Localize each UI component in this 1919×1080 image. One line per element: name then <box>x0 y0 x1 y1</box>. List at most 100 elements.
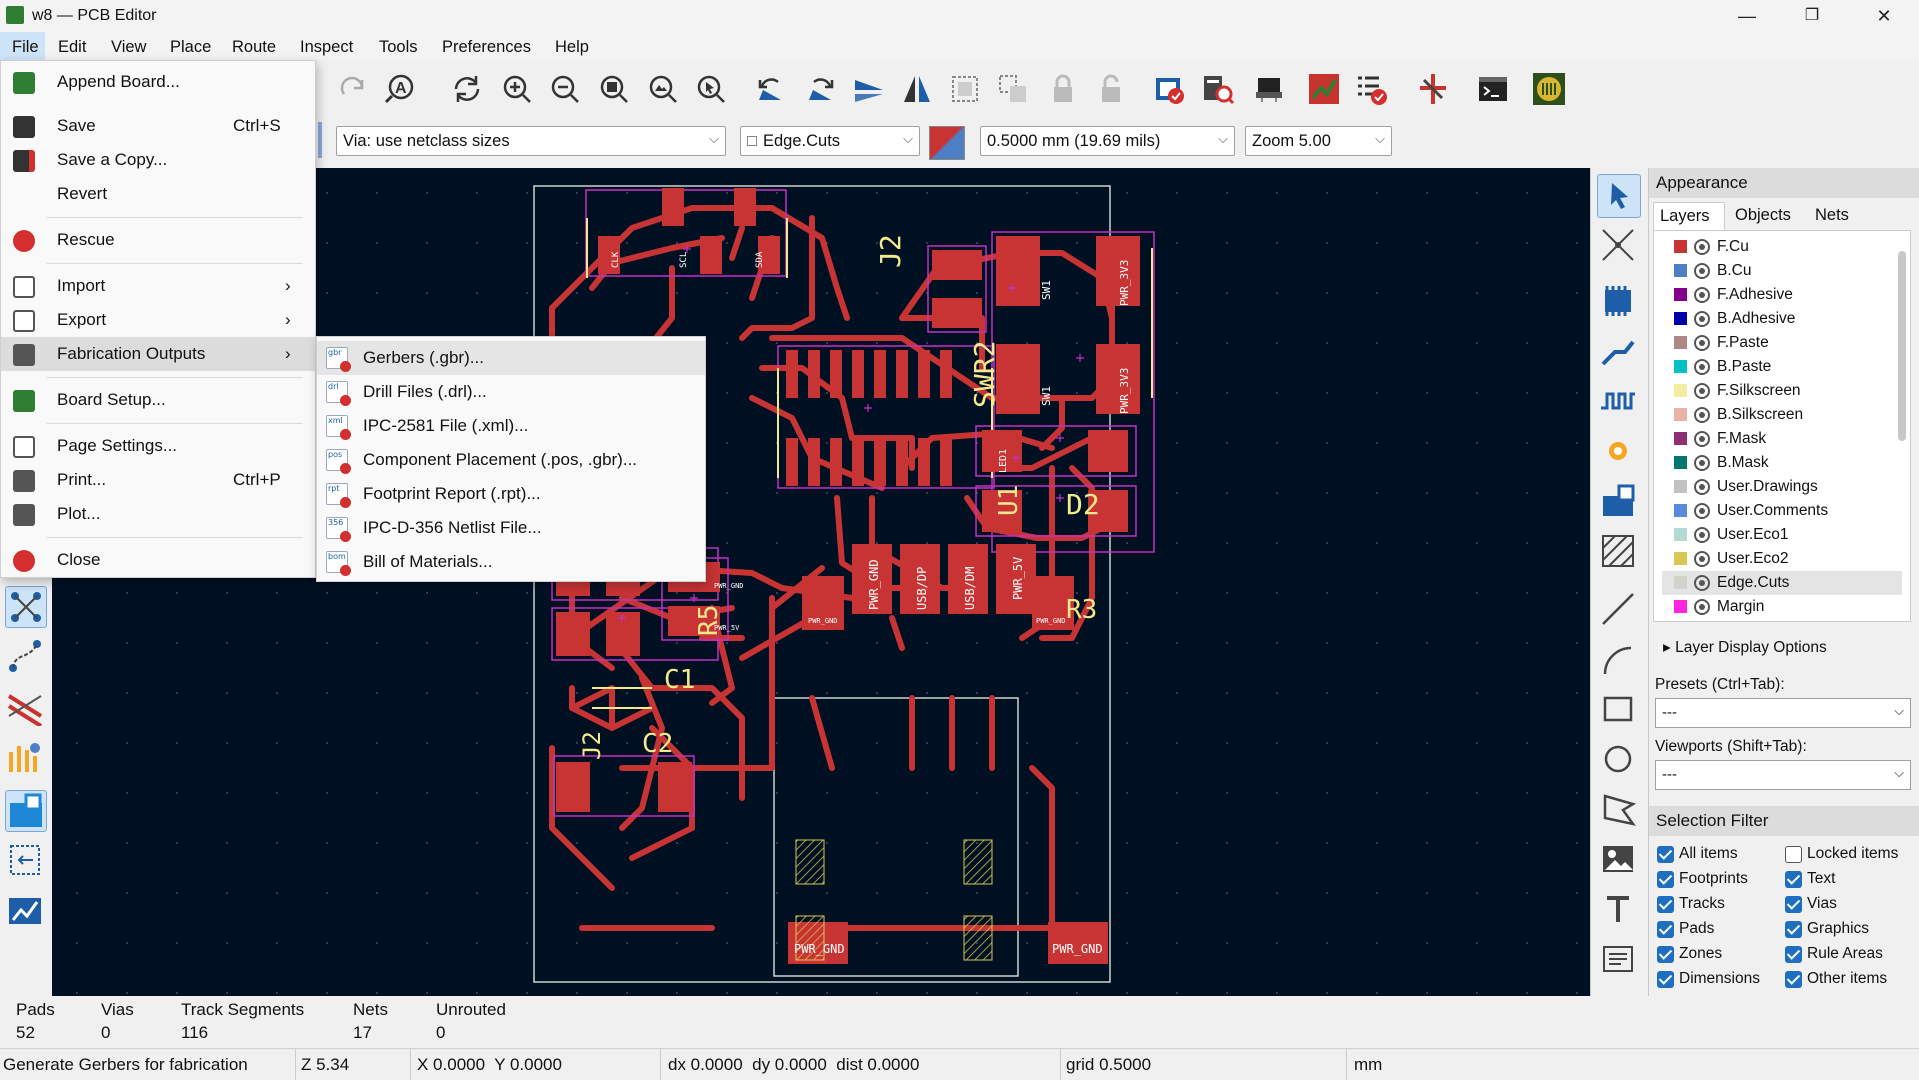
eye-icon[interactable] <box>1694 431 1710 447</box>
draw-rectangle-icon[interactable] <box>1597 688 1641 732</box>
add-via-icon[interactable] <box>1597 430 1641 474</box>
layer-select[interactable]: Edge.Cuts ⌵ <box>740 126 920 156</box>
filter-checkbox[interactable]: Locked items <box>1785 844 1911 866</box>
layer-row[interactable]: User.Comments <box>1662 499 1902 523</box>
fab-menu-item[interactable]: 356 IPC-D-356 Netlist File... <box>317 511 705 545</box>
layer-pair-icon[interactable] <box>929 126 965 160</box>
menu-file[interactable]: File <box>12 38 39 57</box>
layer-color-swatch[interactable] <box>1674 504 1687 517</box>
menu-export[interactable]: Export › <box>1 303 315 337</box>
layer-row[interactable]: F.Cu <box>1662 235 1902 259</box>
menu-append-board[interactable]: Append Board... <box>1 65 315 99</box>
menu-place[interactable]: Place <box>170 38 211 57</box>
add-text-icon[interactable] <box>1597 888 1641 932</box>
layer-color-swatch[interactable] <box>1674 576 1687 589</box>
schematic-icon[interactable] <box>1416 72 1450 106</box>
zoom-out-icon[interactable] <box>548 72 582 106</box>
eye-icon[interactable] <box>1694 263 1710 279</box>
menu-import[interactable]: Import › <box>1 269 315 303</box>
fab-menu-item[interactable]: gbr Gerbers (.gbr)... <box>317 341 705 375</box>
eye-icon[interactable] <box>1694 503 1710 519</box>
layer-row[interactable]: B.Silkscreen <box>1662 403 1902 427</box>
layer-color-swatch[interactable] <box>1674 408 1687 421</box>
layer-row[interactable]: F.Silkscreen <box>1662 379 1902 403</box>
footprint-browser-icon[interactable] <box>1200 72 1235 106</box>
eye-icon[interactable] <box>1694 407 1710 423</box>
checkbox-icon[interactable] <box>1785 871 1802 888</box>
layer-row[interactable]: F.Mask <box>1662 427 1902 451</box>
eye-icon[interactable] <box>1694 359 1710 375</box>
route-track-icon[interactable] <box>1597 330 1641 374</box>
menu-inspect[interactable]: Inspect <box>300 38 353 57</box>
show-tracks-icon[interactable] <box>5 686 47 728</box>
find-icon[interactable]: A <box>384 72 418 106</box>
eye-icon[interactable] <box>1694 287 1710 303</box>
filter-checkbox[interactable]: Other items <box>1785 969 1911 991</box>
checkbox-icon[interactable] <box>1657 921 1674 938</box>
eye-icon[interactable] <box>1694 311 1710 327</box>
footprint-editor-icon[interactable] <box>1152 72 1186 106</box>
menu-view[interactable]: View <box>111 38 146 57</box>
via-size-select[interactable]: Via: use netclass sizes ⌵ <box>336 126 726 156</box>
layer-color-swatch[interactable] <box>1674 432 1687 445</box>
flip-board-icon[interactable] <box>852 72 886 106</box>
filter-checkbox[interactable]: Pads <box>1657 919 1783 941</box>
menu-tools[interactable]: Tools <box>379 38 418 57</box>
layers-scrollbar[interactable] <box>1898 251 1906 441</box>
menu-route[interactable]: Route <box>232 38 276 57</box>
layer-color-swatch[interactable] <box>1674 456 1687 469</box>
draw-line-icon[interactable] <box>1597 588 1641 632</box>
selection-box-icon[interactable] <box>5 840 47 882</box>
ratsnest-icon[interactable] <box>5 586 47 628</box>
show-vias-icon[interactable] <box>5 736 47 778</box>
eye-icon[interactable] <box>1694 551 1710 567</box>
zoom-objects-icon[interactable] <box>646 72 680 106</box>
lock-icon[interactable] <box>1046 72 1080 106</box>
unlock-icon[interactable] <box>1094 72 1128 106</box>
draw-polygon-icon[interactable] <box>1597 788 1641 832</box>
checkbox-icon[interactable] <box>1785 846 1802 863</box>
layer-row[interactable]: User.Eco1 <box>1662 523 1902 547</box>
eye-icon[interactable] <box>1694 239 1710 255</box>
local-ratsnest-icon[interactable] <box>1597 224 1641 268</box>
fab-menu-item[interactable]: bom Bill of Materials... <box>317 545 705 579</box>
layer-row[interactable]: Edge.Cuts <box>1662 571 1902 595</box>
menu-preferences[interactable]: Preferences <box>442 38 531 57</box>
add-textbox-icon[interactable] <box>1597 938 1641 982</box>
scripting-console-icon[interactable] <box>1476 72 1510 106</box>
add-footprint-icon[interactable] <box>1597 280 1641 324</box>
menu-board-setup[interactable]: Board Setup... <box>1 383 315 417</box>
layer-display-options-toggle[interactable]: ▸ Layer Display Options <box>1663 638 1827 657</box>
drc-icon[interactable] <box>1354 72 1388 106</box>
fab-menu-item[interactable]: xml IPC-2581 File (.xml)... <box>317 409 705 443</box>
layer-row[interactable]: F.Paste <box>1662 331 1902 355</box>
checkbox-icon[interactable] <box>1657 971 1674 988</box>
filter-checkbox[interactable]: Graphics <box>1785 919 1911 941</box>
layer-row[interactable]: B.Paste <box>1662 355 1902 379</box>
layer-row[interactable]: B.Cu <box>1662 259 1902 283</box>
eye-icon[interactable] <box>1694 455 1710 471</box>
layer-color-swatch[interactable] <box>1674 528 1687 541</box>
eye-icon[interactable] <box>1694 599 1710 615</box>
layer-color-swatch[interactable] <box>1674 336 1687 349</box>
mirror-icon[interactable] <box>900 72 934 106</box>
layer-color-swatch[interactable] <box>1674 480 1687 493</box>
menu-revert[interactable]: Revert <box>1 177 315 211</box>
filter-checkbox[interactable]: Tracks <box>1657 894 1783 916</box>
select-arrow-icon[interactable] <box>1597 174 1641 218</box>
eye-icon[interactable] <box>1694 335 1710 351</box>
eye-icon[interactable] <box>1694 383 1710 399</box>
ungroup-icon[interactable] <box>996 72 1030 106</box>
layer-row[interactable]: B.Mask <box>1662 451 1902 475</box>
menu-plot[interactable]: Plot... <box>1 497 315 531</box>
fab-menu-item[interactable]: pos Component Placement (.pos, .gbr)... <box>317 443 705 477</box>
viewports-select[interactable]: --- ⌵ <box>1655 760 1911 790</box>
filter-checkbox[interactable]: Zones <box>1657 944 1783 966</box>
checkbox-icon[interactable] <box>1785 921 1802 938</box>
fab-menu-item[interactable]: drl Drill Files (.drl)... <box>317 375 705 409</box>
layer-row[interactable]: F.Adhesive <box>1662 283 1902 307</box>
filter-checkbox[interactable]: Footprints <box>1657 869 1783 891</box>
menu-edit[interactable]: Edit <box>58 38 86 57</box>
draw-arc-icon[interactable] <box>1597 638 1641 682</box>
layer-row[interactable]: User.Drawings <box>1662 475 1902 499</box>
